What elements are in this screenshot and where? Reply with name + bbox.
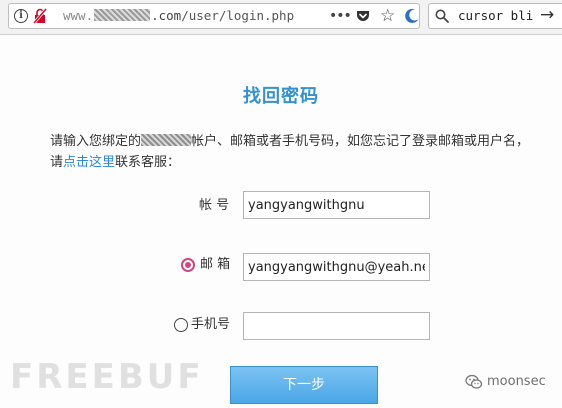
freebuf-watermark: FREEBUF (10, 357, 204, 397)
account-label: 帐 号 (199, 198, 230, 213)
search-input-text[interactable]: cursor bli (458, 7, 533, 25)
contact-support-link[interactable]: 点击这里 (63, 155, 115, 170)
search-bar[interactable]: cursor bli → (428, 3, 562, 29)
url-host-suffix: .com (151, 8, 182, 23)
browser-toolbar: i www. .com/user/login.php ••• ☆ cursor b… (0, 0, 562, 35)
redacted-domain (94, 9, 151, 21)
wechat-icon (465, 374, 483, 389)
info-icon[interactable]: i (14, 9, 28, 23)
next-step-button[interactable]: 下一步 (230, 366, 378, 404)
moonsec-watermark: moonsec (487, 374, 546, 389)
moon-extension-icon[interactable] (404, 8, 420, 24)
url-host-prefix: www. (63, 8, 94, 23)
url-path: /user/login.php (181, 8, 295, 23)
bookmark-star-icon[interactable]: ☆ (380, 6, 395, 26)
phone-input[interactable] (243, 312, 430, 340)
page-title: 找回密码 (243, 86, 319, 107)
intro-text: 请输入您绑定的 帐户、邮箱或者手机号码，如您忘记了登录邮箱或用户名， 请点击这里联… (50, 131, 562, 173)
intro-line2-suffix: 联系客服： (115, 155, 181, 170)
url-bar[interactable]: i www. .com/user/login.php ••• ☆ (8, 3, 420, 29)
search-icon (435, 9, 449, 23)
pocket-icon[interactable] (356, 9, 370, 23)
email-input[interactable] (243, 253, 430, 281)
intro-part1: 请输入您绑定的 (50, 134, 142, 149)
phone-radio[interactable] (174, 318, 188, 332)
email-radio[interactable] (181, 258, 195, 272)
search-go-arrow-icon[interactable]: → (540, 4, 554, 26)
intro-line2-prefix: 请 (50, 155, 64, 170)
more-options-icon[interactable]: ••• (329, 8, 352, 24)
phone-label: 手机号 (191, 317, 231, 332)
email-label: 邮 箱 (200, 257, 231, 272)
url-text[interactable]: www. .com/user/login.php (63, 7, 294, 25)
intro-part2: 帐户、邮箱或者手机号码，如您忘记了登录邮箱或用户名， (191, 134, 530, 149)
account-input[interactable] (243, 191, 430, 219)
redacted-site-name (141, 134, 192, 146)
insecure-connection-icon[interactable] (33, 8, 47, 24)
